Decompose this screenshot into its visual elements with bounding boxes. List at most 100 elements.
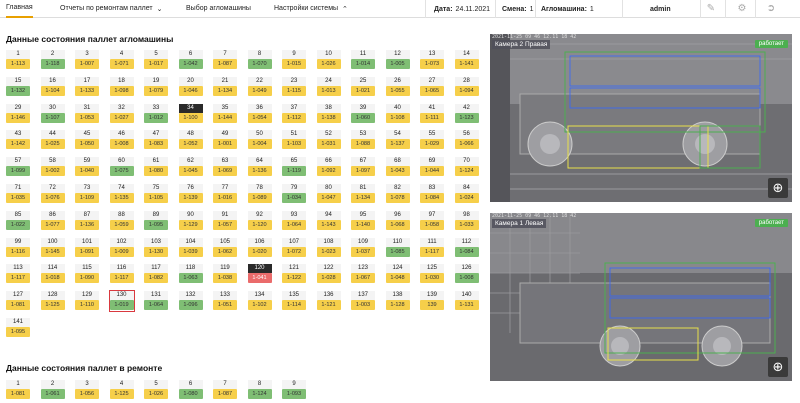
pallet-cell[interactable]: 113 1-117	[6, 264, 30, 284]
pallet-cell[interactable]: 69 1-044	[420, 157, 444, 177]
pallet-cell[interactable]: 5 1-017	[144, 50, 168, 70]
pallet-cell[interactable]: 129 1-110	[75, 291, 99, 311]
pallet-cell[interactable]: 64 1-136	[247, 157, 272, 177]
pallet-cell[interactable]: 32 1-027	[109, 103, 134, 124]
pallet-cell[interactable]: 96 1-068	[385, 210, 410, 231]
pallet-cell[interactable]: 39 1-060	[351, 103, 375, 124]
pallet-cell[interactable]: 112 1-084	[454, 237, 479, 258]
pallet-cell[interactable]: 70 1-124	[454, 157, 479, 177]
pallet-cell[interactable]: 124 1-048	[385, 264, 410, 284]
pallet-cell[interactable]: 41 1-111	[420, 103, 444, 124]
pallet-cell[interactable]: 54 1-137	[385, 130, 410, 150]
edit-icon[interactable]: ✎	[705, 3, 717, 15]
pallet-cell[interactable]: 79 1-034	[282, 184, 306, 204]
tab-repair-reports[interactable]: Отчеты по ремонтам паллет ⌄	[60, 0, 163, 18]
pallet-cell[interactable]: 105 1-062	[213, 237, 237, 258]
pallet-cell[interactable]: 132 1-096	[178, 291, 203, 311]
pallet-cell[interactable]: 136 1-121	[316, 291, 341, 311]
pallet-cell[interactable]: 106 1-020	[247, 237, 272, 258]
logout-icon[interactable]: ➲	[765, 3, 777, 15]
pallet-cell[interactable]: 19 1-079	[144, 76, 168, 97]
pallet-cell[interactable]: 93 1-064	[282, 210, 306, 231]
pallet-cell[interactable]: 65 1-119	[282, 157, 306, 177]
pallet-cell[interactable]: 58 1-002	[40, 157, 65, 177]
pallet-cell[interactable]: 3 1-007	[75, 50, 99, 70]
pallet-cell[interactable]: 49 1-001	[213, 130, 237, 150]
pallet-cell[interactable]: 9 1-015	[282, 50, 306, 70]
pallet-cell[interactable]: 6 1-080	[178, 380, 203, 400]
pallet-cell[interactable]: 82 1-078	[385, 184, 410, 204]
pallet-cell[interactable]: 63 1-069	[213, 157, 237, 177]
pallet-cell[interactable]: 48 1-052	[178, 130, 203, 150]
pallet-cell[interactable]: 83 1-084	[420, 184, 444, 204]
pallet-cell[interactable]: 57 1-099	[6, 157, 30, 177]
pallet-cell[interactable]: 134 1-102	[247, 291, 272, 311]
tab-select-machine[interactable]: Выбор агломашины	[186, 0, 251, 18]
pallet-cell[interactable]: 28 1-094	[454, 76, 479, 97]
settings-icon[interactable]: ⚙	[736, 3, 748, 15]
pallet-cell[interactable]: 30 1-107	[40, 103, 65, 124]
pallet-cell[interactable]: 2 1-061	[40, 380, 65, 400]
pallet-cell[interactable]: 47 1-083	[144, 130, 168, 150]
pallet-cell[interactable]: 86 1-077	[40, 210, 65, 231]
pallet-cell[interactable]: 114 1-018	[40, 264, 65, 284]
pallet-cell[interactable]: 53 1-088	[351, 130, 375, 150]
pallet-cell[interactable]: 141 1-095	[6, 318, 30, 338]
pallet-cell[interactable]: 88 1-059	[109, 210, 134, 231]
pallet-cell[interactable]: 98 1-033	[454, 210, 479, 231]
pallet-cell[interactable]: 13 1-073	[420, 50, 444, 70]
pallet-cell[interactable]: 74 1-135	[109, 184, 134, 204]
pallet-cell[interactable]: 6 1-042	[178, 50, 203, 70]
pallet-cell[interactable]: 33 1-012	[144, 103, 168, 124]
pallet-cell[interactable]: 121 1-122	[282, 264, 306, 284]
pallet-cell[interactable]: 130 1-019	[108, 290, 135, 313]
pallet-cell[interactable]: 117 1-082	[144, 264, 168, 284]
pallet-cell[interactable]: 5 1-026	[144, 380, 168, 400]
pallet-cell[interactable]: 80 1-047	[316, 184, 341, 204]
pallet-cell[interactable]: 85 1-022	[6, 210, 30, 231]
camera-feed-right[interactable]: 2021-11-25 09 46 12.11 18 42 Камера 2 Пр…	[490, 34, 792, 202]
pallet-cell[interactable]: 4 1-125	[109, 380, 134, 400]
pallet-cell[interactable]: 8 1-070	[247, 50, 272, 70]
pallet-cell[interactable]: 127 1-081	[6, 291, 30, 311]
pallet-cell[interactable]: 81 1-134	[351, 184, 375, 204]
pallet-cell[interactable]: 29 1-146	[6, 103, 30, 124]
pallet-cell[interactable]: 116 1-117	[109, 264, 134, 284]
pallet-cell[interactable]: 24 1-013	[316, 76, 341, 97]
pallet-cell[interactable]: 40 1-108	[385, 103, 410, 124]
pallet-cell[interactable]: 125 1-030	[420, 264, 444, 284]
pallet-cell[interactable]: 3 1-056	[75, 380, 99, 400]
pallet-cell[interactable]: 90 1-129	[178, 210, 203, 231]
pallet-cell[interactable]: 103 1-130	[144, 237, 168, 258]
pallet-cell[interactable]: 94 1-143	[316, 210, 341, 231]
pallet-cell[interactable]: 15 1-132	[6, 76, 30, 97]
pallet-cell[interactable]: 21 1-134	[213, 76, 237, 97]
pallet-cell[interactable]: 27 1-065	[420, 76, 444, 97]
pallet-cell[interactable]: 37 1-112	[282, 103, 306, 124]
pallet-cell[interactable]: 109 1-037	[351, 237, 375, 258]
pallet-cell[interactable]: 87 1-136	[75, 210, 99, 231]
pallet-cell[interactable]: 14 1-141	[454, 50, 479, 70]
pallet-cell[interactable]: 9 1-093	[282, 380, 306, 400]
zoom-in-icon[interactable]: ⊕	[768, 178, 788, 198]
user-name[interactable]: admin	[650, 0, 674, 18]
pallet-cell[interactable]: 120 1-041	[247, 264, 272, 284]
pallet-cell[interactable]: 52 1-031	[316, 130, 341, 150]
pallet-cell[interactable]: 91 1-057	[213, 210, 237, 231]
pallet-cell[interactable]: 43 1-142	[6, 130, 30, 150]
pallet-cell[interactable]: 11 1-014	[351, 50, 375, 70]
pallet-cell[interactable]: 51 1-103	[282, 130, 306, 150]
pallet-cell[interactable]: 42 1-123	[454, 103, 479, 124]
pallet-cell[interactable]: 115 1-090	[75, 264, 99, 284]
pallet-cell[interactable]: 25 1-021	[351, 76, 375, 97]
pallet-cell[interactable]: 45 1-050	[75, 130, 99, 150]
pallet-cell[interactable]: 16 1-104	[40, 76, 65, 97]
pallet-cell[interactable]: 123 1-067	[351, 264, 375, 284]
pallet-cell[interactable]: 62 1-045	[178, 157, 203, 177]
pallet-cell[interactable]: 12 1-005	[385, 50, 410, 70]
pallet-cell[interactable]: 111 1-117	[420, 237, 444, 258]
pallet-cell[interactable]: 10 1-026	[316, 50, 341, 70]
pallet-cell[interactable]: 46 1-008	[109, 130, 134, 150]
pallet-cell[interactable]: 140 1-131	[454, 291, 479, 311]
pallet-cell[interactable]: 22 1-049	[247, 76, 272, 97]
